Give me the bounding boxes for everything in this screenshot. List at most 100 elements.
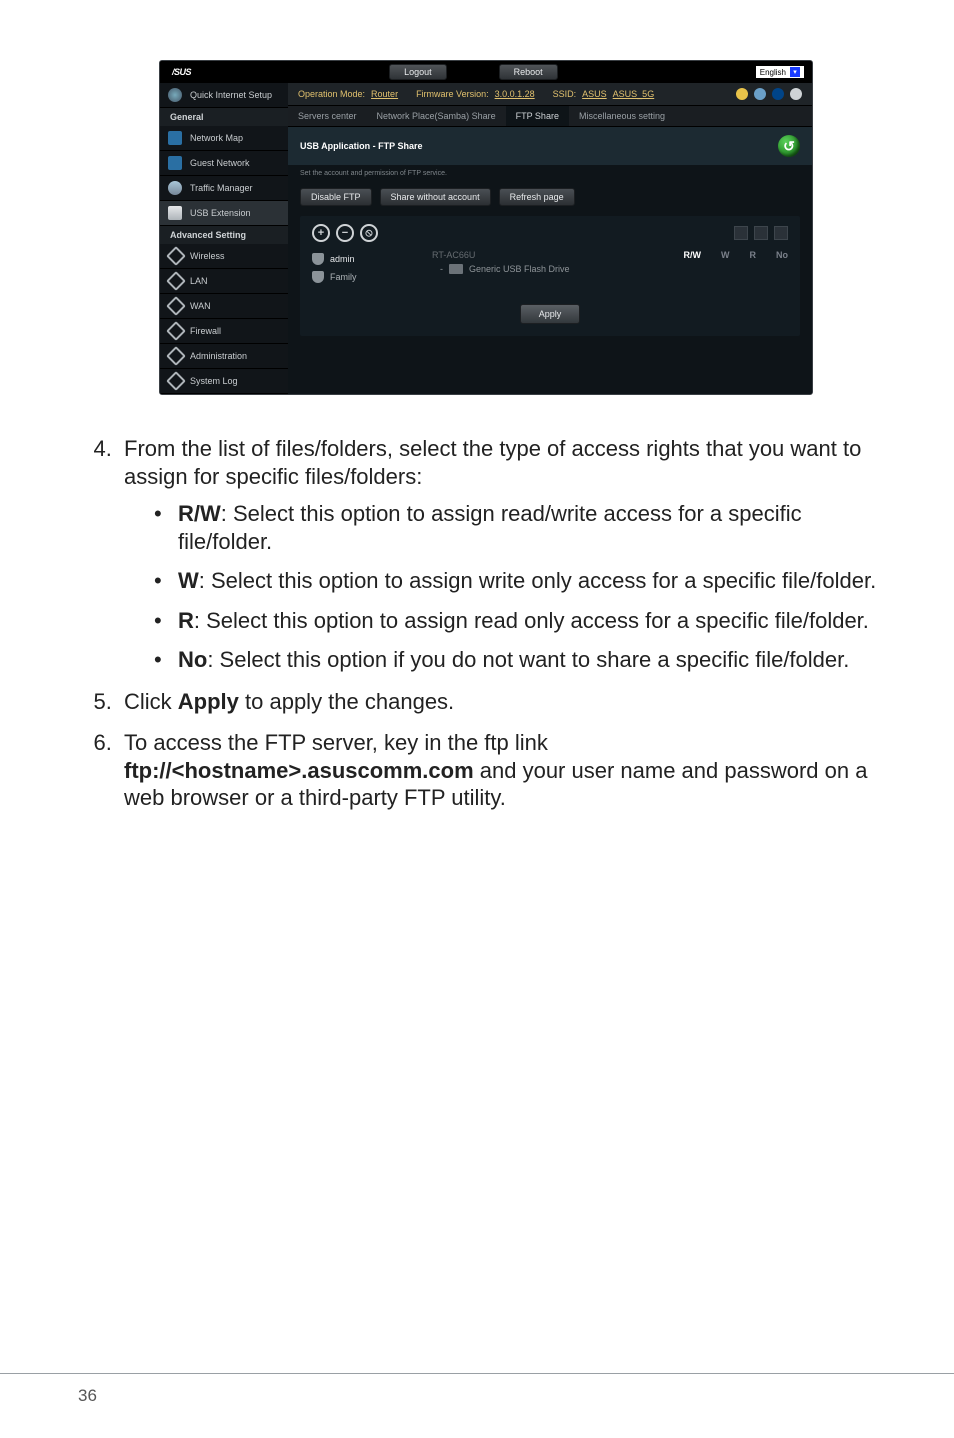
printer-icon bbox=[790, 88, 802, 100]
drive-item[interactable]: - Generic USB Flash Drive bbox=[432, 264, 684, 274]
perm-w[interactable]: W bbox=[721, 250, 730, 274]
section-title-text: USB Application - FTP Share bbox=[300, 141, 423, 151]
fw-value[interactable]: 3.0.0.1.28 bbox=[495, 89, 535, 99]
section-title: USB Application - FTP Share ↺ bbox=[288, 127, 812, 165]
sidebar-item-label: Quick Internet Setup bbox=[190, 90, 272, 100]
sidebar-item-label: Firewall bbox=[190, 326, 221, 336]
share-without-account-button[interactable]: Share without account bbox=[380, 188, 491, 206]
drive-icon bbox=[449, 264, 463, 274]
fw-label: Firmware Version: bbox=[416, 89, 489, 99]
reboot-button[interactable]: Reboot bbox=[499, 64, 558, 80]
step-text: to apply the changes. bbox=[239, 689, 454, 714]
usb-icon bbox=[772, 88, 784, 100]
tab-row: Servers center Network Place(Samba) Shar… bbox=[288, 106, 812, 127]
account-label: admin bbox=[330, 254, 355, 264]
option-r: R: Select this option to assign read onl… bbox=[154, 607, 894, 635]
page-footer: 36 bbox=[0, 1373, 954, 1406]
sidebar-item-firewall[interactable]: Firewall bbox=[160, 319, 288, 344]
panel-action-icon[interactable] bbox=[734, 226, 748, 240]
ssid-value-24g[interactable]: ASUS bbox=[582, 89, 607, 99]
account-label: Family bbox=[330, 272, 357, 282]
sidebar-item-label: System Log bbox=[190, 376, 238, 386]
user-icon bbox=[312, 271, 324, 283]
sidebar-item-administration[interactable]: Administration bbox=[160, 344, 288, 369]
section-subtext: Set the account and permission of FTP se… bbox=[288, 165, 812, 182]
page-number: 36 bbox=[78, 1386, 97, 1405]
permission-headers: R/W W R No bbox=[684, 250, 789, 274]
logout-button[interactable]: Logout bbox=[389, 64, 447, 80]
tab-misc-setting[interactable]: Miscellaneous setting bbox=[569, 106, 675, 126]
drive-label: Generic USB Flash Drive bbox=[469, 264, 570, 274]
option-text: : Select this option if you do not want … bbox=[207, 647, 849, 672]
op-mode-label: Operation Mode: bbox=[298, 89, 365, 99]
info-bar: Operation Mode: Router Firmware Version:… bbox=[288, 83, 812, 106]
refresh-page-button[interactable]: Refresh page bbox=[499, 188, 575, 206]
account-family[interactable]: Family bbox=[312, 268, 402, 286]
permission-options: R/W: Select this option to assign read/w… bbox=[124, 500, 894, 674]
ssid-value-5g[interactable]: ASUS_5G bbox=[613, 89, 655, 99]
option-w: W: Select this option to assign write on… bbox=[154, 567, 894, 595]
sidebar-heading-advanced: Advanced Setting bbox=[160, 226, 288, 244]
perm-no[interactable]: No bbox=[776, 250, 788, 274]
step-text: Click bbox=[124, 689, 178, 714]
brand-logo: /SUS bbox=[160, 67, 191, 77]
sidebar-item-label: Administration bbox=[190, 351, 247, 361]
language-value: English bbox=[760, 68, 786, 77]
ssid-label: SSID: bbox=[553, 89, 577, 99]
step-text: From the list of files/folders, select t… bbox=[124, 436, 861, 489]
tab-servers-center[interactable]: Servers center bbox=[288, 106, 367, 126]
option-text: : Select this option to assign write onl… bbox=[199, 568, 876, 593]
op-mode-value[interactable]: Router bbox=[371, 89, 398, 99]
perm-rw[interactable]: R/W bbox=[684, 250, 702, 274]
main-panel: Operation Mode: Router Firmware Version:… bbox=[288, 83, 812, 394]
sidebar-item-wireless[interactable]: Wireless bbox=[160, 244, 288, 269]
globe-icon bbox=[754, 88, 766, 100]
option-rw: R/W: Select this option to assign read/w… bbox=[154, 500, 894, 555]
account-admin[interactable]: admin bbox=[312, 250, 402, 268]
step-text: To access the FTP server, key in the ftp… bbox=[124, 730, 548, 755]
help-icon[interactable]: ↺ bbox=[778, 135, 800, 157]
sidebar-item-guest-network[interactable]: Guest Network bbox=[160, 151, 288, 176]
panel-action-icon[interactable] bbox=[774, 226, 788, 240]
tab-ftp-share[interactable]: FTP Share bbox=[506, 106, 569, 126]
account-list: admin Family bbox=[312, 250, 402, 286]
sidebar-item-label: USB Extension bbox=[190, 208, 251, 218]
sidebar-item-traffic-manager[interactable]: Traffic Manager bbox=[160, 176, 288, 201]
sidebar-item-label: LAN bbox=[190, 276, 208, 286]
step-text-bold: Apply bbox=[178, 689, 239, 714]
chevron-down-icon: ▾ bbox=[790, 67, 800, 77]
option-label: W bbox=[178, 568, 199, 593]
sidebar-item-wan[interactable]: WAN bbox=[160, 294, 288, 319]
instruction-list: From the list of files/folders, select t… bbox=[78, 435, 894, 812]
option-no: No: Select this option if you do not wan… bbox=[154, 646, 894, 674]
option-text: : Select this option to assign read/writ… bbox=[178, 501, 802, 554]
step-6: To access the FTP server, key in the ftp… bbox=[118, 729, 894, 812]
sidebar-item-label: Wireless bbox=[190, 251, 225, 261]
tab-samba-share[interactable]: Network Place(Samba) Share bbox=[367, 106, 506, 126]
sidebar-item-label: WAN bbox=[190, 301, 211, 311]
option-label: No bbox=[178, 647, 207, 672]
sidebar-item-quick-setup[interactable]: Quick Internet Setup bbox=[160, 83, 288, 108]
step-4: From the list of files/folders, select t… bbox=[118, 435, 894, 674]
perm-r[interactable]: R bbox=[750, 250, 757, 274]
apply-button[interactable]: Apply bbox=[520, 304, 581, 324]
device-label: RT-AC66U bbox=[432, 250, 684, 264]
step-5: Click Apply to apply the changes. bbox=[118, 688, 894, 716]
sidebar-item-lan[interactable]: LAN bbox=[160, 269, 288, 294]
add-account-button[interactable]: + bbox=[312, 224, 330, 242]
option-label: R/W bbox=[178, 501, 221, 526]
sidebar-item-system-log[interactable]: System Log bbox=[160, 369, 288, 394]
sidebar-item-label: Guest Network bbox=[190, 158, 250, 168]
top-bar: /SUS Logout Reboot English ▾ bbox=[160, 61, 812, 83]
sidebar-item-label: Network Map bbox=[190, 133, 243, 143]
language-dropdown[interactable]: English ▾ bbox=[756, 66, 804, 78]
panel-action-icon[interactable] bbox=[754, 226, 768, 240]
sidebar: Quick Internet Setup General Network Map… bbox=[160, 83, 288, 394]
remove-account-button[interactable]: − bbox=[336, 224, 354, 242]
disable-ftp-button[interactable]: Disable FTP bbox=[300, 188, 372, 206]
sidebar-item-network-map[interactable]: Network Map bbox=[160, 126, 288, 151]
edit-account-button[interactable]: ⦸ bbox=[360, 224, 378, 242]
ftp-link: ftp://<hostname>.asuscomm.com bbox=[124, 758, 474, 783]
option-text: : Select this option to assign read only… bbox=[194, 608, 869, 633]
sidebar-item-usb-extension[interactable]: USB Extension bbox=[160, 201, 288, 226]
